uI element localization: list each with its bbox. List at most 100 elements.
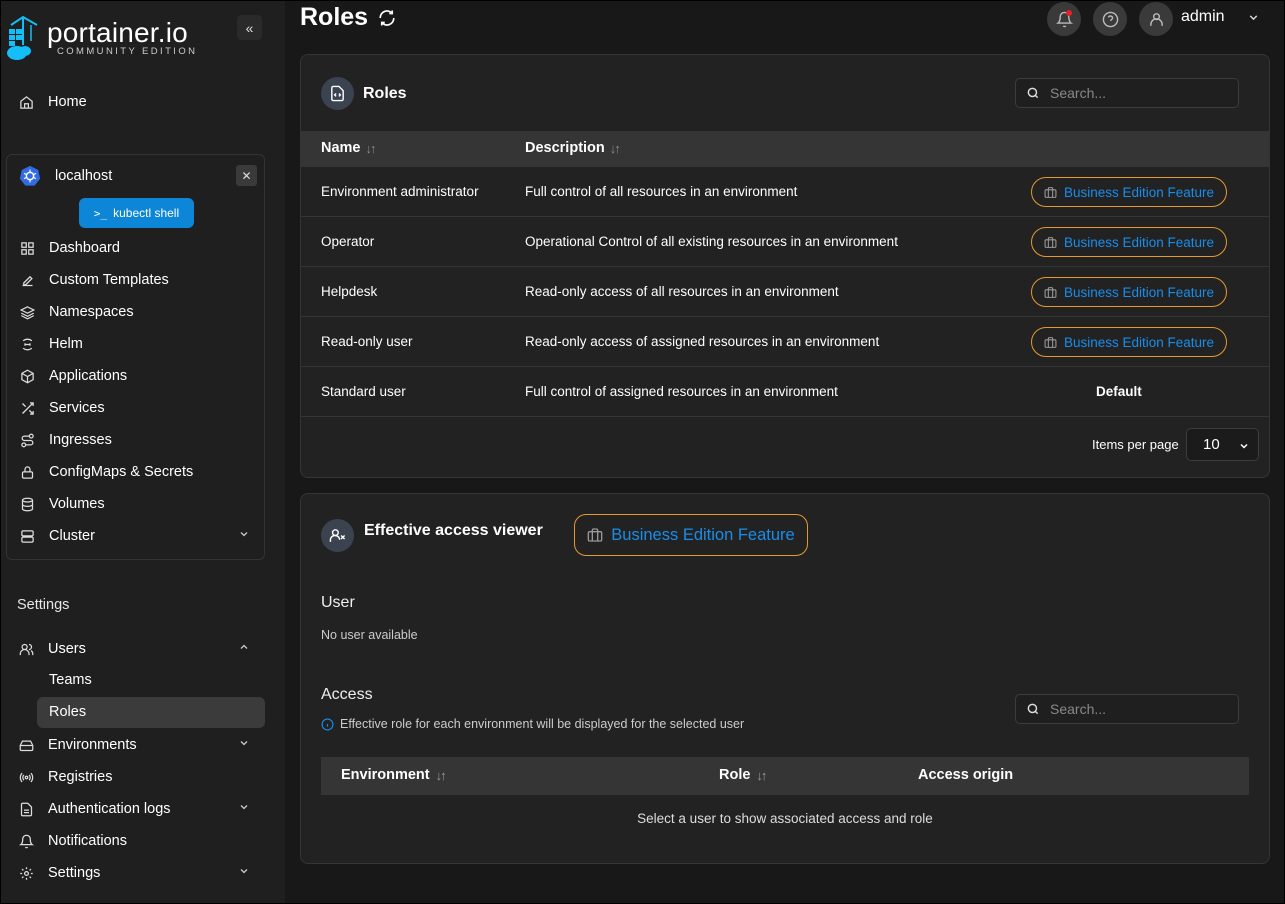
file-text-icon: [17, 800, 35, 818]
column-header-description[interactable]: Description ↓↑: [525, 140, 621, 156]
chevron-down-icon: [238, 737, 250, 753]
badge-label: Business Edition Feature: [1063, 334, 1215, 350]
column-header-access-origin: Access origin: [918, 767, 1013, 783]
business-edition-badge[interactable]: Business Edition Feature: [1031, 327, 1227, 357]
settings-heading: Settings: [17, 597, 70, 613]
badge-label: Business Edition Feature: [1063, 184, 1215, 200]
chevron-down-icon[interactable]: [1247, 11, 1260, 29]
sidebar-item-label: Dashboard: [49, 240, 120, 256]
business-edition-badge[interactable]: Business Edition Feature: [1031, 227, 1227, 257]
route-icon: [18, 431, 36, 449]
gear-icon: [17, 864, 35, 882]
user-avatar[interactable]: [1139, 2, 1173, 36]
table-row: Standard user Full control of assigned r…: [301, 367, 1269, 417]
home-icon: [17, 93, 35, 111]
bell-icon: [17, 832, 35, 850]
sort-icon: ↓↑: [365, 140, 377, 156]
sidebar-item-applications[interactable]: Applications: [18, 364, 127, 388]
column-name-label: Name: [321, 140, 361, 156]
sidebar-item-label: Settings: [48, 865, 101, 881]
brand-edition: COMMUNITY EDITION: [57, 46, 198, 57]
sidebar-item-ingresses[interactable]: Ingresses: [18, 428, 112, 452]
chevron-down-icon: [1240, 443, 1248, 449]
column-header-environment[interactable]: Environment ↓↑: [341, 767, 447, 783]
briefcase-icon: [1044, 286, 1057, 298]
access-info-text: Effective role for each environment will…: [340, 717, 745, 731]
refresh-icon[interactable]: [378, 9, 396, 27]
briefcase-icon: [1044, 336, 1057, 348]
sidebar-item-label: Notifications: [48, 833, 127, 849]
page-title-text: Roles: [300, 3, 369, 31]
items-per-page-label: Items per page: [1092, 437, 1179, 452]
sidebar-item-auth-logs[interactable]: Authentication logs: [17, 797, 253, 821]
role-name: Standard user: [321, 384, 406, 399]
help-button[interactable]: [1093, 2, 1127, 36]
sidebar-item-label: Helm: [49, 336, 83, 352]
sidebar-item-configmaps[interactable]: ConfigMaps & Secrets: [18, 460, 193, 484]
sidebar-item-helm[interactable]: Helm: [18, 332, 83, 356]
kubectl-shell-button[interactable]: >_ kubectl shell: [79, 198, 194, 228]
badge-label: Business Edition Feature: [611, 525, 795, 544]
sidebar-item-label: Cluster: [49, 528, 95, 544]
access-search-input[interactable]: [1050, 701, 1220, 717]
portainer-logo[interactable]: portainer.io COMMUNITY EDITION: [5, 15, 205, 65]
close-environment-button[interactable]: ✕: [236, 165, 257, 186]
business-edition-badge[interactable]: Business Edition Feature: [574, 514, 808, 556]
user-name[interactable]: admin: [1181, 8, 1225, 26]
user-section-label: User: [321, 594, 355, 611]
sidebar-item-cluster[interactable]: Cluster: [18, 524, 253, 548]
sidebar-item-label: Applications: [49, 368, 128, 384]
sidebar-item-teams[interactable]: Teams: [49, 672, 92, 688]
file-code-icon: [321, 77, 354, 110]
access-table-header: Environment ↓↑ Role ↓↑ Access origin: [321, 757, 1249, 795]
sidebar-item-settings[interactable]: Settings: [17, 861, 253, 885]
sidebar-item-roles[interactable]: Roles: [49, 704, 86, 720]
notifications-button[interactable]: [1047, 2, 1081, 36]
column-description-label: Description: [525, 140, 605, 156]
database-icon: [18, 495, 36, 513]
sidebar-item-registries[interactable]: Registries: [17, 765, 112, 789]
sidebar-item-services[interactable]: Services: [18, 396, 105, 420]
sidebar-item-namespaces[interactable]: Namespaces: [18, 300, 134, 324]
sidebar-item-volumes[interactable]: Volumes: [18, 492, 105, 516]
sidebar-item-notifications[interactable]: Notifications: [17, 829, 127, 853]
sidebar-item-users[interactable]: Users: [17, 637, 253, 661]
table-row: Environment administrator Full control o…: [301, 167, 1269, 217]
page-title: Roles: [300, 3, 396, 32]
sidebar-item-label: Home: [48, 94, 87, 110]
column-header-role[interactable]: Role ↓↑: [719, 767, 767, 783]
layers-icon: [18, 303, 36, 321]
access-search[interactable]: [1015, 694, 1239, 724]
table-row: Helpdesk Read-only access of all resourc…: [301, 267, 1269, 317]
search-icon: [1027, 703, 1039, 715]
chevron-down-icon: [238, 865, 250, 881]
chevron-down-icon: [238, 528, 250, 544]
business-edition-badge[interactable]: Business Edition Feature: [1031, 177, 1227, 207]
dashboard-icon: [18, 239, 36, 257]
access-info: Effective role for each environment will…: [321, 717, 744, 731]
items-per-page-select[interactable]: 10: [1186, 428, 1259, 461]
role-description: Read-only access of assigned resources i…: [525, 334, 880, 349]
sidebar-item-label: Custom Templates: [49, 272, 169, 288]
server-icon: [18, 527, 36, 545]
sidebar: portainer.io COMMUNITY EDITION « Home lo…: [1, 1, 285, 903]
environment-name: localhost: [55, 168, 113, 184]
sidebar-item-home[interactable]: Home: [17, 90, 87, 114]
roles-search-input[interactable]: [1050, 85, 1220, 101]
role-name: Operator: [321, 234, 375, 249]
column-header-name[interactable]: Name ↓↑: [321, 140, 377, 156]
sidebar-item-environments[interactable]: Environments: [17, 733, 253, 757]
roles-search[interactable]: [1015, 78, 1239, 108]
sort-icon: ↓↑: [609, 140, 621, 156]
brand-name: portainer.io: [47, 17, 188, 48]
effective-access-card: Effective access viewer Business Edition…: [300, 493, 1270, 864]
sidebar-item-label: Volumes: [49, 496, 105, 512]
sidebar-item-custom-templates[interactable]: Custom Templates: [18, 268, 169, 292]
collapse-sidebar-button[interactable]: «: [237, 15, 262, 40]
roles-table-header: Name ↓↑ Description ↓↑: [301, 131, 1269, 167]
user-x-icon: [321, 519, 354, 552]
sidebar-item-dashboard[interactable]: Dashboard: [18, 236, 120, 260]
column-access-origin-label: Access origin: [918, 767, 1014, 783]
business-edition-badge[interactable]: Business Edition Feature: [1031, 277, 1227, 307]
terminal-icon: >_: [93, 206, 108, 220]
